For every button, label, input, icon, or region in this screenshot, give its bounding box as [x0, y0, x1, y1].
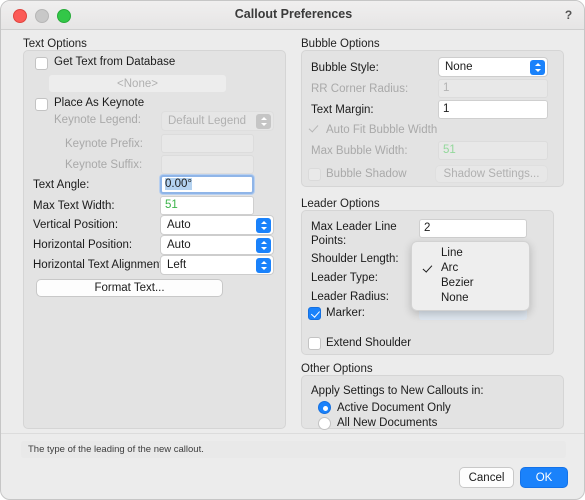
radio-active-document-only-label: Active Document Only: [337, 402, 451, 414]
horizontal-position-popup[interactable]: Auto: [160, 235, 274, 255]
callout-preferences-window: Callout Preferences ? Text Options Get T…: [0, 0, 585, 500]
max-leader-line-points-label-line2: Points:: [311, 235, 347, 247]
bubble-style-popup[interactable]: None: [438, 57, 548, 77]
help-icon[interactable]: ?: [561, 8, 576, 23]
chevron-updown-icon: [256, 238, 271, 253]
get-text-from-database-label: Get Text from Database: [54, 56, 176, 68]
marker-checkbox[interactable]: [308, 307, 321, 320]
shadow-settings-button[interactable]: Shadow Settings...: [435, 165, 548, 183]
keynote-prefix-field[interactable]: [161, 134, 254, 153]
vertical-position-label: Vertical Position:: [33, 219, 119, 231]
title-bar: Callout Preferences ?: [1, 1, 584, 30]
text-angle-field[interactable]: 0.00°: [160, 175, 254, 194]
menu-item-none[interactable]: None: [412, 291, 529, 306]
text-angle-value: 0.00°: [165, 178, 192, 190]
apply-settings-label: Apply Settings to New Callouts in:: [311, 385, 484, 397]
horizontal-text-alignment-value: Left: [167, 259, 187, 271]
radio-active-document-only[interactable]: [318, 401, 331, 414]
chevron-updown-icon: [256, 114, 271, 129]
vertical-position-popup[interactable]: Auto: [160, 215, 274, 235]
rr-corner-radius-field[interactable]: 1: [438, 79, 548, 98]
horizontal-position-label: Horizontal Position:: [33, 239, 133, 251]
leader-type-label: Leader Type:: [311, 272, 378, 284]
bubble-style-value: None: [445, 61, 473, 73]
max-text-width-label: Max Text Width:: [33, 200, 115, 212]
horizontal-text-alignment-label: Horizontal Text Alignment:: [33, 259, 166, 271]
other-options-group-label: Other Options: [301, 363, 373, 375]
get-text-from-database-checkbox[interactable]: [35, 57, 48, 70]
menu-item-line[interactable]: Line: [412, 246, 529, 261]
marker-label: Marker:: [326, 307, 365, 319]
bubble-style-label: Bubble Style:: [311, 62, 379, 74]
checkmark-icon: [424, 261, 432, 275]
bubble-shadow-label: Bubble Shadow: [326, 168, 407, 180]
text-margin-field[interactable]: 1: [438, 100, 548, 119]
max-leader-line-points-field[interactable]: 2: [419, 219, 527, 238]
place-as-keynote-checkbox[interactable]: [35, 98, 48, 111]
extend-shoulder-checkbox[interactable]: [308, 337, 321, 350]
chevron-updown-icon: [530, 60, 545, 75]
ok-button[interactable]: OK: [520, 467, 568, 488]
chevron-updown-icon: [256, 258, 271, 273]
menu-item-none-label: None: [441, 292, 469, 304]
chevron-updown-icon: [256, 218, 271, 233]
menu-item-bezier[interactable]: Bezier: [412, 276, 529, 291]
place-as-keynote-label: Place As Keynote: [54, 97, 145, 109]
text-options-group-label: Text Options: [23, 38, 87, 50]
window-title: Callout Preferences: [234, 7, 353, 21]
format-text-button[interactable]: Format Text...: [36, 279, 223, 297]
database-field[interactable]: <None>: [48, 74, 227, 93]
max-leader-line-points-label-line1: Max Leader Line: [311, 221, 397, 233]
max-text-width-field[interactable]: 51: [160, 196, 254, 215]
radio-all-new-documents-label: All New Documents: [337, 417, 438, 429]
keynote-legend-value: Default Legend: [168, 115, 247, 127]
horizontal-position-value: Auto: [167, 239, 191, 251]
menu-item-line-label: Line: [441, 247, 463, 259]
bubble-shadow-checkbox[interactable]: [308, 168, 321, 181]
rr-corner-radius-label: RR Corner Radius:: [311, 83, 409, 95]
leader-radius-label: Leader Radius:: [311, 291, 389, 303]
text-angle-label: Text Angle:: [33, 179, 90, 191]
menu-item-bezier-label: Bezier: [441, 277, 474, 289]
text-margin-label: Text Margin:: [311, 104, 374, 116]
keynote-legend-label: Keynote Legend:: [54, 114, 141, 126]
leader-options-group-label: Leader Options: [301, 198, 380, 210]
radio-all-new-documents[interactable]: [318, 417, 331, 430]
menu-item-arc-label: Arc: [441, 262, 459, 274]
keynote-suffix-label: Keynote Suffix:: [65, 159, 143, 171]
menu-item-arc[interactable]: Arc: [412, 261, 529, 276]
auto-fit-bubble-width-checkbox[interactable]: [308, 123, 321, 136]
keynote-suffix-field[interactable]: [161, 155, 254, 174]
vertical-position-value: Auto: [167, 219, 191, 231]
keynote-prefix-label: Keynote Prefix:: [65, 138, 143, 150]
leader-type-dropdown-menu[interactable]: Line Arc Bezier None: [411, 241, 530, 311]
max-bubble-width-label: Max Bubble Width:: [311, 145, 408, 157]
auto-fit-bubble-width-label: Auto Fit Bubble Width: [326, 124, 438, 136]
extend-shoulder-label: Extend Shoulder: [326, 337, 412, 349]
footer-divider: [1, 433, 584, 434]
status-bar: The type of the leading of the new callo…: [21, 441, 566, 458]
keynote-legend-popup[interactable]: Default Legend: [161, 111, 274, 131]
horizontal-text-alignment-popup[interactable]: Left: [160, 255, 274, 275]
cancel-button[interactable]: Cancel: [459, 467, 514, 488]
shoulder-length-label: Shoulder Length:: [311, 253, 399, 265]
max-bubble-width-field[interactable]: 51: [438, 141, 548, 160]
bubble-options-group-label: Bubble Options: [301, 38, 380, 50]
